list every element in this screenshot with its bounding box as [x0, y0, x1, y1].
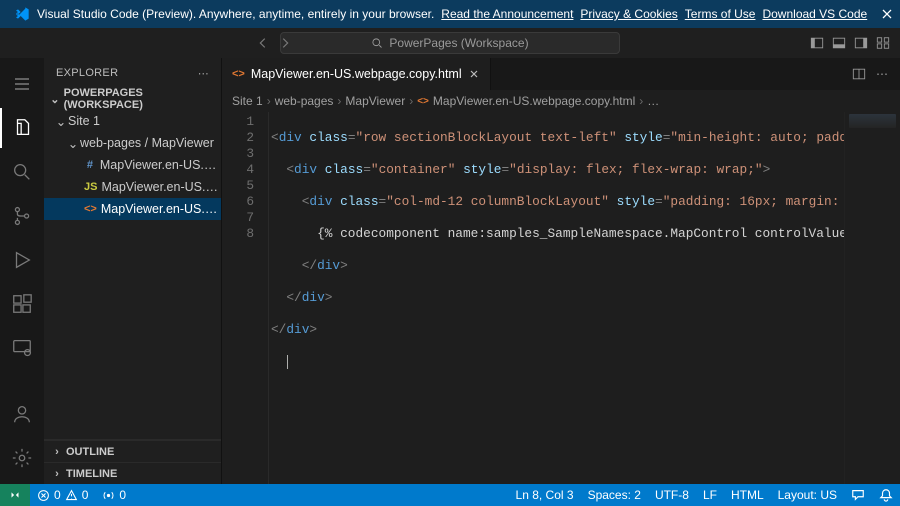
- tree-label: web-pages / MapViewer: [80, 136, 214, 150]
- code-content[interactable]: <div class="row sectionBlockLayout text-…: [268, 112, 900, 484]
- workspace-section-label: POWERPAGES (WORKSPACE): [64, 87, 221, 111]
- banner-link-announcement[interactable]: Read the Announcement: [441, 7, 573, 21]
- vscode-logo-icon: [14, 6, 30, 22]
- remote-explorer-icon[interactable]: [0, 328, 44, 368]
- tree-folder-root[interactable]: ⌄ Site 1: [44, 110, 221, 132]
- chevron-down-icon: ⌄: [48, 93, 62, 106]
- status-bar: 0 0 0 Ln 8, Col 3 Spaces: 2 UTF-8 LF HTM…: [0, 484, 900, 506]
- chevron-down-icon: ⌄: [54, 114, 68, 129]
- tree-file-html[interactable]: <> MapViewer.en-US.webpag…: [44, 198, 221, 220]
- html-file-icon: <>: [84, 201, 97, 217]
- chevron-right-icon: ›: [50, 468, 64, 480]
- status-encoding[interactable]: UTF-8: [648, 484, 696, 506]
- nav-arrows: [256, 36, 292, 50]
- explorer-icon[interactable]: [0, 108, 44, 148]
- js-file-icon: JS: [84, 179, 97, 195]
- status-cursor-position[interactable]: Ln 8, Col 3: [509, 484, 581, 506]
- breadcrumb[interactable]: Site 1› web-pages› MapViewer› <> MapView…: [222, 90, 900, 112]
- status-eol[interactable]: LF: [696, 484, 724, 506]
- tab-mapviewer-html[interactable]: <> MapViewer.en-US.webpage.copy.html: [222, 58, 491, 90]
- timeline-section-header[interactable]: › TIMELINE: [44, 462, 221, 484]
- tree-label: Site 1: [68, 114, 100, 128]
- breadcrumb-item[interactable]: …: [647, 94, 659, 108]
- editor-group: <> MapViewer.en-US.webpage.copy.html ⋯ S…: [222, 58, 900, 484]
- tree-label: MapViewer.en-US.webpag…: [101, 202, 221, 216]
- menu-icon[interactable]: [0, 64, 44, 104]
- file-tree: ⌄ Site 1 ⌄ web-pages / MapViewer # MapVi…: [44, 110, 221, 439]
- workspace-section-header[interactable]: ⌄ POWERPAGES (WORKSPACE): [44, 88, 221, 110]
- banner-link-download[interactable]: Download VS Code: [762, 7, 867, 21]
- breadcrumb-item[interactable]: MapViewer.en-US.webpage.copy.html: [433, 94, 635, 108]
- status-language[interactable]: HTML: [724, 484, 771, 506]
- tree-label: MapViewer.en-US.customc…: [100, 158, 221, 172]
- run-debug-icon[interactable]: [0, 240, 44, 280]
- tab-label: MapViewer.en-US.webpage.copy.html: [251, 67, 462, 81]
- status-feedback-icon[interactable]: [844, 484, 872, 506]
- html-file-icon: <>: [232, 68, 245, 80]
- tab-close-icon[interactable]: [468, 68, 480, 80]
- toggle-panel-icon[interactable]: [832, 36, 846, 50]
- minimap[interactable]: [844, 112, 900, 484]
- outline-section-header[interactable]: › OUTLINE: [44, 440, 221, 462]
- accounts-icon[interactable]: [0, 394, 44, 434]
- chevron-right-icon: ›: [50, 446, 64, 458]
- html-file-icon: <>: [417, 96, 429, 107]
- customize-layout-icon[interactable]: [876, 36, 890, 50]
- editor-more-icon[interactable]: ⋯: [876, 67, 888, 81]
- command-center[interactable]: PowerPages (Workspace): [280, 32, 620, 54]
- command-center-label: PowerPages (Workspace): [389, 36, 528, 50]
- outline-label: OUTLINE: [66, 446, 114, 458]
- line-number-gutter: 1234 5678: [222, 112, 268, 484]
- search-nav-icon[interactable]: [0, 152, 44, 192]
- chevron-down-icon: ⌄: [66, 136, 80, 151]
- css-file-icon: #: [84, 157, 96, 173]
- source-control-icon[interactable]: [0, 196, 44, 236]
- nav-forward-icon[interactable]: [278, 36, 292, 50]
- tree-label: MapViewer.en-US.customj…: [101, 180, 221, 194]
- broadcast-icon: [102, 489, 115, 502]
- nav-back-icon[interactable]: [256, 36, 270, 50]
- warning-icon: [65, 489, 78, 502]
- tree-folder-webpages[interactable]: ⌄ web-pages / MapViewer: [44, 132, 221, 154]
- remote-indicator[interactable]: [0, 484, 30, 506]
- layout-controls: [810, 36, 890, 50]
- toggle-primary-sidebar-icon[interactable]: [810, 36, 824, 50]
- toggle-secondary-sidebar-icon[interactable]: [854, 36, 868, 50]
- explorer-title: EXPLORER: [56, 67, 118, 79]
- explorer-more-icon[interactable]: ⋯: [198, 67, 209, 80]
- editor-tabs: <> MapViewer.en-US.webpage.copy.html ⋯: [222, 58, 900, 90]
- timeline-label: TIMELINE: [66, 468, 117, 480]
- banner-link-terms[interactable]: Terms of Use: [685, 7, 756, 21]
- explorer-sidebar: EXPLORER ⋯ ⌄ POWERPAGES (WORKSPACE) ⌄ Si…: [44, 58, 222, 484]
- explorer-header: EXPLORER ⋯: [44, 58, 221, 88]
- breadcrumb-item[interactable]: Site 1: [232, 94, 263, 108]
- code-editor[interactable]: 1234 5678 <div class="row sectionBlockLa…: [222, 112, 900, 484]
- status-ports[interactable]: 0: [95, 484, 133, 506]
- banner-text: Visual Studio Code (Preview). Anywhere, …: [37, 7, 434, 21]
- tree-file-js[interactable]: JS MapViewer.en-US.customj…: [44, 176, 221, 198]
- activity-bar: [0, 58, 44, 484]
- status-indentation[interactable]: Spaces: 2: [581, 484, 648, 506]
- breadcrumb-item[interactable]: MapViewer: [345, 94, 405, 108]
- title-bar: PowerPages (Workspace): [0, 28, 900, 58]
- split-editor-icon[interactable]: [852, 67, 866, 81]
- banner-link-privacy[interactable]: Privacy & Cookies: [580, 7, 677, 21]
- settings-gear-icon[interactable]: [0, 438, 44, 478]
- text-cursor: [287, 355, 288, 369]
- breadcrumb-item[interactable]: web-pages: [275, 94, 334, 108]
- status-problems[interactable]: 0 0: [30, 484, 95, 506]
- search-icon: [371, 37, 383, 49]
- banner-close-icon[interactable]: [881, 8, 893, 20]
- status-notifications-icon[interactable]: [872, 484, 900, 506]
- tree-file-css[interactable]: # MapViewer.en-US.customc…: [44, 154, 221, 176]
- status-keyboard-layout[interactable]: Layout: US: [771, 484, 844, 506]
- error-icon: [37, 489, 50, 502]
- extensions-icon[interactable]: [0, 284, 44, 324]
- announcement-banner: Visual Studio Code (Preview). Anywhere, …: [0, 0, 900, 28]
